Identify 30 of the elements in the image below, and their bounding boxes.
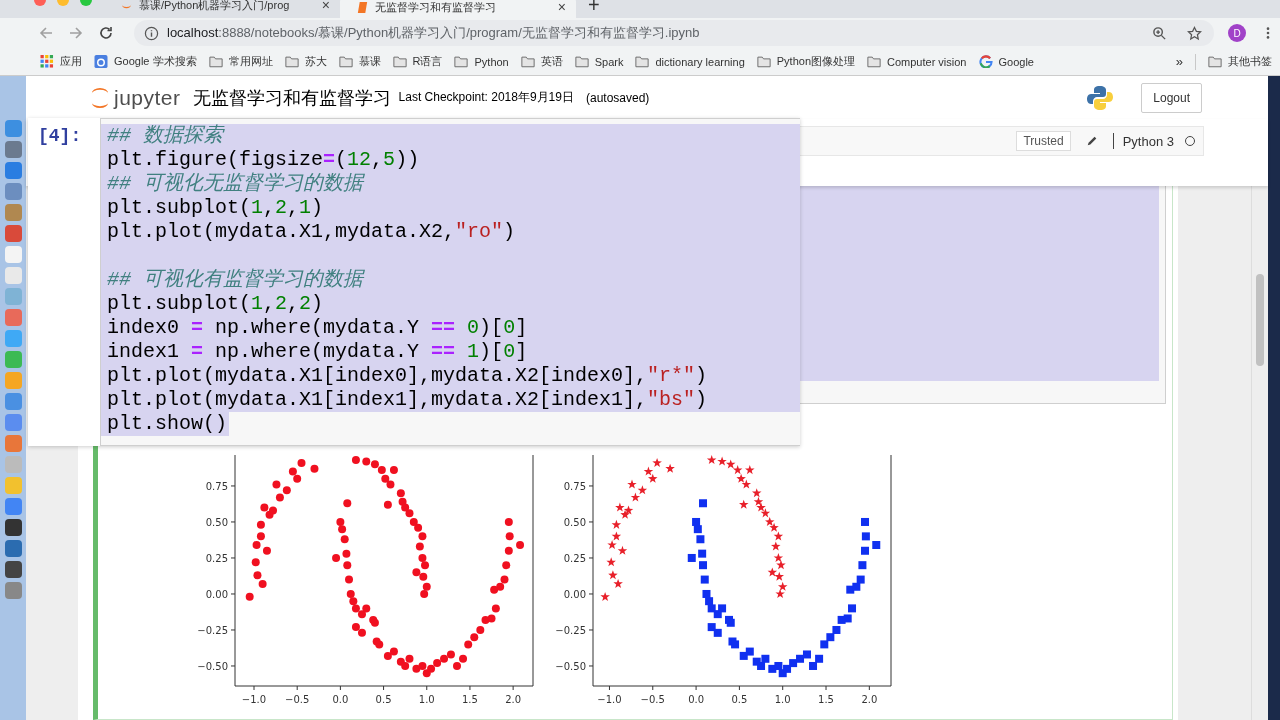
autosave-status: (autosaved): [585, 90, 650, 105]
y-tick-label: 0.75: [563, 480, 586, 492]
x-tick-label: −0.5: [640, 694, 665, 705]
y-tick-label: −0.25: [555, 625, 586, 636]
x-tick-label: 2.0: [861, 694, 878, 705]
y-tick-label: 0.75: [205, 480, 228, 492]
x-tick-label: 0.0: [332, 694, 349, 705]
y-tick-label: 0.25: [563, 552, 586, 564]
cell-prompt: [4]:: [37, 125, 83, 148]
checkpoint-text: Last Checkpoint: 2018年9月19日: [398, 89, 574, 106]
x-tick-label: 0.5: [375, 694, 392, 705]
y-tick-label: 0.50: [205, 516, 228, 528]
x-tick-label: 1.5: [462, 694, 478, 705]
logo-wordmark: jupyter: [114, 85, 181, 110]
y-tick-label: −0.25: [197, 625, 228, 636]
x-tick-label: 1.5: [818, 694, 834, 705]
x-tick-label: −1.0: [597, 694, 622, 705]
x-tick-label: 0.5: [731, 694, 748, 705]
y-tick-label: 0.50: [563, 516, 586, 528]
y-tick-label: 0.00: [205, 588, 228, 600]
x-tick-label: 1.0: [418, 694, 435, 705]
x-tick-label: 2.0: [505, 694, 522, 705]
x-tick-label: 1.0: [774, 694, 791, 705]
y-tick-label: −0.50: [555, 661, 586, 672]
y-tick-label: 0.25: [205, 552, 228, 564]
x-tick-label: −0.5: [285, 694, 310, 705]
x-tick-label: 0.0: [688, 694, 705, 705]
x-tick-label: −1.0: [241, 694, 267, 705]
y-tick-label: 0.00: [563, 588, 586, 600]
y-tick-label: −0.50: [197, 661, 228, 672]
